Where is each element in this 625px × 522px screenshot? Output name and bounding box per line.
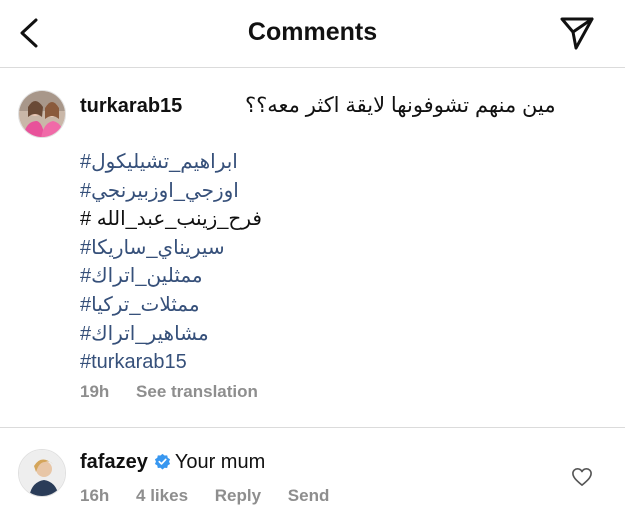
avatar[interactable] xyxy=(18,449,66,497)
page-title: Comments xyxy=(247,18,378,46)
comment-username[interactable]: fafazey xyxy=(80,451,148,473)
comment-text: Your mum xyxy=(174,451,266,473)
hashtag[interactable]: #ممثلين_اتراك xyxy=(80,262,480,291)
send-button[interactable]: Send xyxy=(288,486,330,505)
heart-outline-icon[interactable] xyxy=(571,467,593,487)
post-username[interactable]: turkarab15 xyxy=(80,95,182,118)
avatar[interactable] xyxy=(18,90,66,138)
caption-line: turkarab15 مين منهم تشوفونها لايقة اكثر … xyxy=(80,93,610,123)
hashtag[interactable]: #مشاهير_اتراك xyxy=(80,320,480,349)
hashtag-list: #ابراهيم_تشيليكول #اوزجي_اوزبيرنجي # فرح… xyxy=(80,148,480,377)
hashtag-text: # فرح_زينب_عبد_الله xyxy=(80,208,262,231)
hashtag[interactable]: #اوزجي_اوزبيرنجي xyxy=(80,177,480,206)
post-timestamp: 19h xyxy=(80,382,110,401)
comment-timestamp: 16h xyxy=(80,486,110,505)
comment-row: fafazey Your mum 16h 4 likes Reply Send xyxy=(0,429,625,522)
hashtag[interactable]: #ممثلات_تركيا xyxy=(80,291,480,320)
reply-button[interactable]: Reply xyxy=(215,486,261,505)
post-caption: turkarab15 مين منهم تشوفونها لايقة اكثر … xyxy=(0,68,625,428)
caption-text: مين منهم تشوفونها لايقة اكثر معه؟؟ xyxy=(245,94,556,117)
post-meta: 19h See translation xyxy=(80,382,280,402)
likes-count[interactable]: 4 likes xyxy=(136,486,188,505)
comment-line: fafazey Your mum xyxy=(80,451,265,474)
header-bar: Comments xyxy=(0,0,625,68)
comment-meta: 16h 4 likes Reply Send xyxy=(80,486,351,506)
paper-plane-icon[interactable] xyxy=(558,14,596,52)
hashtag[interactable]: #ابراهيم_تشيليكول xyxy=(80,148,480,177)
hashtag[interactable]: #سيريناي_ساريكا xyxy=(80,234,480,263)
hashtag[interactable]: #turkarab15 xyxy=(80,348,480,377)
see-translation-link[interactable]: See translation xyxy=(136,382,258,401)
verified-badge-icon xyxy=(154,453,170,470)
